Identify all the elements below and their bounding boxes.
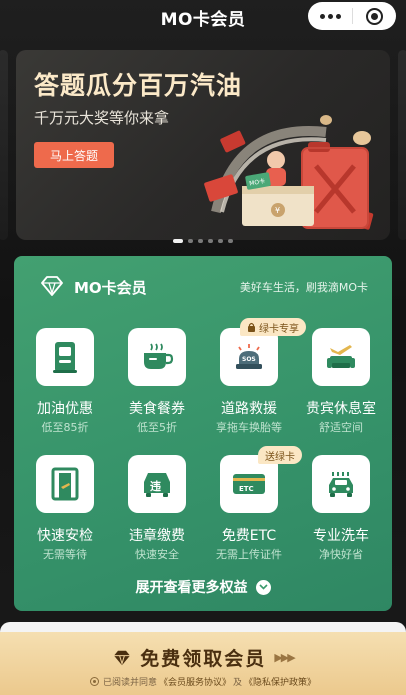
carousel-dot[interactable] bbox=[188, 239, 193, 243]
benefit-icon-box bbox=[36, 328, 94, 386]
more-menu-icon[interactable] bbox=[308, 2, 352, 30]
lock-icon bbox=[248, 322, 255, 332]
benefit-label: 免费ETC bbox=[221, 528, 277, 544]
cta-bar: 免费领取会员 ▶▶▶ 已阅读并同意 《会员服务协议》 及 《隐私保护政策》 bbox=[0, 632, 406, 695]
arrows-right-icon: ▶▶▶ bbox=[274, 652, 295, 664]
benefit-icon-box bbox=[312, 328, 370, 386]
security-gate-icon bbox=[51, 467, 79, 501]
answer-now-button[interactable]: 马上答题 bbox=[34, 142, 114, 168]
car-wash-icon bbox=[329, 472, 353, 497]
carousel-dot[interactable] bbox=[218, 239, 223, 243]
claim-membership-button[interactable]: 免费领取会员 ▶▶▶ bbox=[0, 644, 406, 671]
diamond-icon bbox=[41, 276, 63, 296]
benefit-sub: 无需等待 bbox=[43, 548, 87, 561]
violation-car-icon: 违 bbox=[144, 473, 170, 497]
close-target-icon[interactable] bbox=[353, 2, 396, 30]
card-title: MO卡会员 bbox=[74, 279, 147, 297]
agreement-and: 及 bbox=[233, 678, 243, 688]
svg-text:¥: ¥ bbox=[275, 206, 280, 215]
benefit-label: 快速安检 bbox=[37, 528, 93, 544]
benefit-fast-security[interactable]: 快速安检 无需等待 bbox=[18, 455, 108, 565]
carousel-dot[interactable] bbox=[198, 239, 203, 243]
carousel-next-peek[interactable] bbox=[398, 50, 406, 240]
diamond-icon bbox=[114, 650, 131, 665]
benefit-label: 专业洗车 bbox=[313, 528, 369, 544]
member-benefits-card: MO卡会员 美好车生活，刷我滴MO卡 加油优惠 低至85折 美食餐券 低至5折 … bbox=[14, 256, 392, 611]
promo-banner[interactable]: 答题瓜分百万汽油 千万元大奖等你来拿 马上答题 MO卡 ¥ bbox=[16, 50, 390, 240]
benefit-sub: 低至5折 bbox=[137, 421, 177, 434]
benefit-label: 贵宾休息室 bbox=[306, 401, 376, 417]
benefit-car-wash[interactable]: 专业洗车 净快好省 bbox=[294, 455, 384, 565]
coffee-cup-icon bbox=[144, 343, 174, 369]
benefit-sub: 舒适空间 bbox=[319, 421, 363, 434]
etc-card-icon: ETC bbox=[233, 474, 265, 494]
agreement-checkbox[interactable] bbox=[89, 677, 99, 686]
free-green-card-badge: 送绿卡 bbox=[258, 446, 302, 464]
gasoline-prize-illustration: MO卡 ¥ bbox=[204, 115, 374, 230]
benefit-free-etc[interactable]: ETC 免费ETC 无需上传证件 bbox=[202, 455, 292, 565]
chevron-down-icon bbox=[255, 579, 271, 595]
benefit-fuel-discount[interactable]: 加油优惠 低至85折 bbox=[18, 328, 108, 438]
benefit-label: 道路救援 bbox=[221, 401, 277, 417]
benefit-icon-box: 违 bbox=[128, 455, 186, 513]
card-header: MO卡会员 美好车生活，刷我滴MO卡 bbox=[14, 256, 392, 318]
green-card-exclusive-badge: 绿卡专享 bbox=[240, 318, 306, 336]
banner-subtitle: 千万元大奖等你来拿 bbox=[34, 109, 170, 127]
benefit-sub: 净快好省 bbox=[319, 548, 363, 561]
lounge-sofa-icon bbox=[327, 345, 355, 368]
banner-title: 答题瓜分百万汽油 bbox=[34, 71, 243, 100]
benefit-violation-payment[interactable]: 违 违章缴费 快速安全 bbox=[110, 455, 200, 565]
benefit-label: 美食餐券 bbox=[129, 401, 185, 417]
expand-more-benefits[interactable]: 展开查看更多权益 bbox=[14, 577, 392, 597]
badge-label: 送绿卡 bbox=[265, 451, 295, 463]
benefit-icon-box bbox=[312, 455, 370, 513]
benefit-sub: 无需上传证件 bbox=[216, 548, 282, 561]
benefit-icon-box bbox=[36, 455, 94, 513]
expand-label: 展开查看更多权益 bbox=[135, 580, 248, 596]
sos-siren-icon: SOS bbox=[236, 344, 262, 369]
agreement-line: 已阅读并同意 《会员服务协议》 及 《隐私保护政策》 bbox=[0, 675, 406, 688]
service-agreement-link[interactable]: 《会员服务协议》 bbox=[159, 675, 231, 688]
carousel-dot[interactable] bbox=[228, 239, 233, 243]
benefit-label: 加油优惠 bbox=[37, 401, 93, 417]
benefit-icon-box: SOS bbox=[220, 328, 278, 386]
cta-label: 免费领取会员 bbox=[140, 649, 267, 670]
benefit-vip-lounge[interactable]: 贵宾休息室 舒适空间 bbox=[294, 328, 384, 438]
privacy-policy-link[interactable]: 《隐私保护政策》 bbox=[244, 675, 316, 688]
benefit-label: 违章缴费 bbox=[129, 528, 185, 544]
benefit-sub: 享拖车换胎等 bbox=[216, 421, 282, 434]
benefit-food-voucher[interactable]: 美食餐券 低至5折 bbox=[110, 328, 200, 438]
fuel-pump-icon bbox=[53, 342, 77, 373]
benefit-sub: 快速安全 bbox=[135, 548, 179, 561]
svg-text:SOS: SOS bbox=[242, 356, 256, 363]
card-slogan: 美好车生活，刷我滴MO卡 bbox=[239, 281, 368, 294]
agreement-prefix: 已阅读并同意 bbox=[102, 678, 157, 688]
svg-text:违: 违 bbox=[150, 479, 161, 493]
benefit-sub: 低至85折 bbox=[41, 421, 89, 434]
carousel-indicator bbox=[0, 239, 406, 243]
badge-label: 绿卡专享 bbox=[259, 323, 299, 335]
svg-text:ETC: ETC bbox=[239, 485, 254, 493]
mini-program-capsule bbox=[308, 2, 396, 30]
benefit-road-rescue[interactable]: SOS 道路救援 享拖车换胎等 bbox=[202, 328, 292, 438]
carousel-dot[interactable] bbox=[208, 239, 213, 243]
benefit-icon-box bbox=[128, 328, 186, 386]
carousel-prev-peek[interactable] bbox=[0, 50, 8, 240]
nav-bar: MO卡会员 bbox=[0, 0, 406, 34]
carousel-dot-active[interactable] bbox=[173, 239, 183, 243]
